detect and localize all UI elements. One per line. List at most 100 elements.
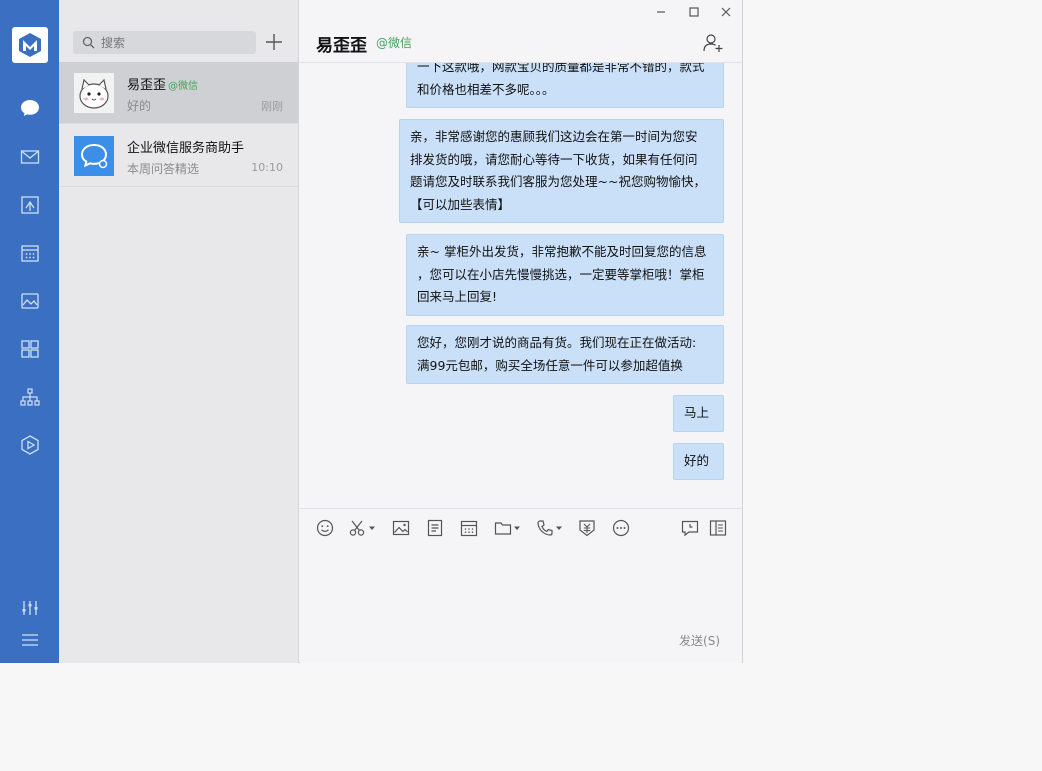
red-packet-icon bbox=[579, 520, 595, 537]
nav-calendar[interactable] bbox=[0, 235, 59, 271]
close-button[interactable] bbox=[718, 4, 734, 20]
nav-apps[interactable] bbox=[0, 331, 59, 367]
screenshot-button[interactable] bbox=[348, 518, 376, 538]
schedule-button[interactable] bbox=[459, 518, 479, 538]
maximize-icon bbox=[689, 7, 699, 17]
create-button[interactable] bbox=[262, 30, 286, 54]
document-button[interactable] bbox=[425, 518, 445, 538]
conversation-item[interactable]: 企业微信服务商助手 本周问答精选 10:10 bbox=[59, 125, 298, 187]
conversation-name: 企业微信服务商助手 bbox=[127, 141, 245, 156]
message-line: 回来马上回复! bbox=[417, 289, 498, 304]
mail-icon bbox=[20, 150, 39, 164]
conversation-time: 刚刚 bbox=[261, 100, 283, 113]
search-input[interactable] bbox=[101, 35, 241, 50]
hexagon-play-icon bbox=[20, 435, 39, 455]
nav-photos[interactable] bbox=[0, 283, 59, 319]
message-line: 题请您及时联系我们客服为您处理~~祝您购物愉快， bbox=[410, 174, 706, 189]
avatar bbox=[74, 136, 114, 176]
nav-mail[interactable] bbox=[0, 139, 59, 175]
message-bubble[interactable]: 亲，非常感谢您的惠顾我们这边会在第一时间为您安 排发货的哦，请您耐心等待一下收货… bbox=[399, 119, 724, 223]
close-icon bbox=[721, 7, 731, 17]
history-button[interactable] bbox=[708, 518, 728, 538]
app-window: 易歪歪@微信 好的 刚刚 企业微信服务商助手 本周问答精选 10:10 bbox=[0, 0, 743, 663]
message-line: 亲~ 掌柜外出发货，非常抱歉不能及时回复您的信息 bbox=[417, 244, 707, 259]
message-bubble[interactable]: 马上 bbox=[673, 395, 724, 432]
message-bubble[interactable]: 亲~ 掌柜外出发货，非常抱歉不能及时回复您的信息 ，您可以在小店先慢慢挑选，一定… bbox=[406, 234, 724, 316]
message-bubble[interactable]: 您好，您刚才说的商品有货。我们现在正在做活动: 满99元包邮，购买全场任意一件可… bbox=[406, 325, 724, 384]
app-logo[interactable] bbox=[12, 27, 48, 63]
more-button[interactable] bbox=[611, 518, 631, 538]
image-button[interactable] bbox=[391, 518, 411, 538]
conversation-name: 易歪歪 @微信 bbox=[127, 78, 199, 93]
chat-history-icon bbox=[709, 520, 727, 536]
quick-reply-button[interactable] bbox=[680, 518, 700, 538]
file-button[interactable] bbox=[493, 518, 521, 538]
emoji-button[interactable] bbox=[315, 518, 335, 538]
chat-panel: 易歪歪 @微信 一下这款哦，网款宝贝的质量都是非常不错的，款式 和价格也相差不多… bbox=[300, 0, 742, 663]
search-box[interactable] bbox=[73, 31, 256, 54]
caret-down-icon bbox=[369, 526, 375, 530]
message-line: ，您可以在小店先慢慢挑选，一定要等掌柜哦！掌柜 bbox=[417, 266, 705, 282]
message-bubble[interactable]: 好的 bbox=[673, 443, 724, 480]
settings-sliders-icon bbox=[22, 601, 37, 615]
message-line: 【可以加些表情】 bbox=[410, 196, 511, 212]
message-line: 满99元包邮，购买全场任意一件可以参加超值换 bbox=[417, 357, 683, 373]
message-line: 您好，您刚才说的商品有货。我们现在正在做活动: bbox=[417, 335, 697, 350]
phone-icon bbox=[537, 520, 553, 536]
conversation-time: 10:10 bbox=[251, 161, 283, 174]
chat-title: 易歪歪 bbox=[316, 36, 367, 56]
transfer-button[interactable] bbox=[577, 518, 597, 538]
message-line: 一下这款哦，网款宝贝的质量都是非常不错的，款式 bbox=[417, 63, 705, 74]
nav-messages[interactable] bbox=[0, 90, 59, 126]
add-member-button[interactable] bbox=[702, 32, 724, 54]
message-input-area[interactable]: 发送(S) bbox=[300, 544, 742, 663]
avatar bbox=[74, 73, 114, 113]
apps-grid-icon bbox=[20, 340, 39, 358]
chat-header: 易歪歪 @微信 bbox=[300, 22, 742, 63]
nav-docs[interactable] bbox=[0, 187, 59, 223]
document-icon bbox=[427, 519, 443, 537]
minimize-button[interactable] bbox=[653, 4, 669, 20]
compose-toolbar bbox=[300, 508, 742, 544]
conversation-preview: 好的 bbox=[127, 99, 152, 113]
caret-down-icon bbox=[514, 526, 520, 530]
message-line: 亲，非常感谢您的惠顾我们这边会在第一时间为您安 bbox=[410, 129, 698, 144]
emoji-icon bbox=[316, 519, 334, 537]
caret-down-icon bbox=[556, 526, 562, 530]
minimize-icon bbox=[657, 11, 665, 13]
image-icon bbox=[392, 520, 410, 536]
conversation-preview: 本周问答精选 bbox=[127, 162, 200, 176]
nav-settings[interactable] bbox=[0, 590, 59, 626]
photo-icon bbox=[20, 293, 39, 309]
conversation-item[interactable]: 易歪歪 @微信 好的 刚刚 bbox=[59, 62, 298, 124]
nav-contacts[interactable] bbox=[0, 379, 59, 415]
nav-rail bbox=[0, 0, 59, 663]
menu-icon bbox=[21, 634, 38, 646]
shared-doc-icon bbox=[20, 196, 39, 214]
search-icon bbox=[82, 36, 95, 49]
scissors-icon bbox=[349, 520, 365, 536]
conversation-panel: 易歪歪@微信 好的 刚刚 企业微信服务商助手 本周问答精选 10:10 bbox=[59, 0, 299, 663]
plus-icon bbox=[266, 34, 282, 50]
message-list: 一下这款哦，网款宝贝的质量都是非常不错的，款式 和价格也相差不多呢。。。 亲，非… bbox=[300, 63, 742, 508]
chat-source-tag: @微信 bbox=[376, 36, 413, 50]
message-line: 马上 bbox=[684, 405, 710, 420]
calendar-icon bbox=[460, 520, 478, 537]
send-button[interactable]: 发送(S) bbox=[679, 632, 720, 649]
nav-menu[interactable] bbox=[0, 622, 59, 658]
more-icon bbox=[612, 519, 630, 537]
chat-bubble-icon bbox=[20, 100, 39, 116]
maximize-button[interactable] bbox=[686, 4, 702, 20]
call-button[interactable] bbox=[535, 518, 563, 538]
nav-workbench[interactable] bbox=[0, 427, 59, 463]
calendar-icon bbox=[20, 245, 39, 262]
message-line: 和价格也相差不多呢。。。 bbox=[417, 81, 555, 97]
message-bubble[interactable]: 一下这款哦，网款宝贝的质量都是非常不错的，款式 和价格也相差不多呢。。。 bbox=[406, 63, 724, 108]
add-person-icon bbox=[703, 34, 723, 52]
message-line: 排发货的哦，请您耐心等待一下收货，如果有任何问 bbox=[410, 151, 698, 167]
org-chart-icon bbox=[19, 388, 40, 406]
folder-icon bbox=[494, 522, 512, 535]
wechat-tag: @微信 bbox=[168, 81, 199, 92]
message-line: 好的 bbox=[684, 453, 710, 468]
message-clock-icon bbox=[681, 520, 699, 537]
